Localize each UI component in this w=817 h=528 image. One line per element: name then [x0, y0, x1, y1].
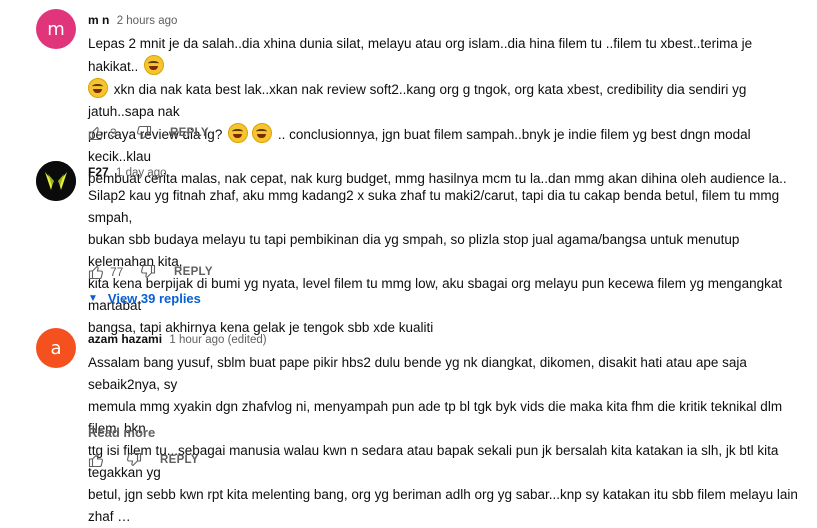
view-replies-button[interactable]: ▼ View 39 replies: [88, 288, 201, 308]
rolling-laughing-emoji-icon: [228, 123, 249, 143]
rolling-laughing-emoji-icon: [144, 55, 165, 75]
avatar[interactable]: [36, 161, 76, 201]
like-count: 77: [110, 265, 124, 279]
comment-text: Assalam bang yusuf, sblm buat pape pikir…: [88, 355, 798, 524]
thumbs-up-icon[interactable]: [88, 264, 104, 280]
thumbs-down-icon[interactable]: [140, 264, 156, 280]
comment-author[interactable]: F27: [88, 165, 109, 179]
chevron-down-icon: ▼: [88, 292, 98, 304]
comment-time[interactable]: 1 day ago: [116, 167, 167, 179]
avatar[interactable]: a: [36, 328, 76, 368]
rolling-laughing-emoji-icon: [252, 123, 273, 143]
f27-logo-icon: [36, 161, 76, 201]
thumbs-down-icon[interactable]: [126, 452, 142, 468]
avatar[interactable]: m: [36, 9, 76, 49]
read-more-button[interactable]: Read more: [88, 425, 155, 440]
reply-button[interactable]: REPLY: [170, 127, 209, 139]
reply-button[interactable]: REPLY: [174, 266, 213, 278]
thumbs-down-icon[interactable]: [136, 125, 152, 141]
rolling-laughing-emoji-icon: [88, 78, 108, 98]
thumbs-up-icon[interactable]: [88, 125, 104, 141]
comment-time[interactable]: 2 hours ago: [117, 15, 178, 27]
comment-author[interactable]: azam hazami: [88, 332, 162, 346]
comment-author[interactable]: m n: [88, 13, 109, 27]
comment-time[interactable]: 1 hour ago (edited): [169, 334, 266, 346]
reply-button[interactable]: REPLY: [160, 454, 199, 466]
like-count: 3: [110, 126, 117, 140]
thumbs-up-icon[interactable]: [88, 452, 104, 468]
